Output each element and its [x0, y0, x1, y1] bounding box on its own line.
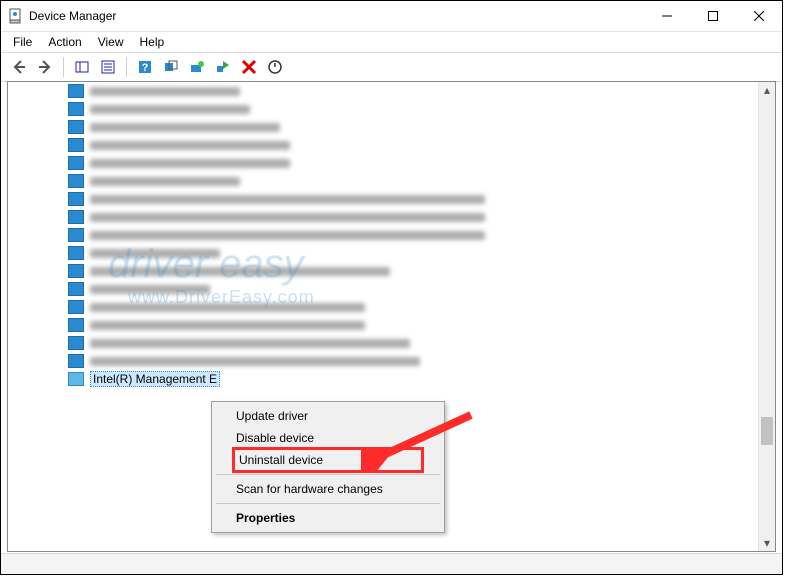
window-title: Device Manager	[29, 9, 116, 23]
svg-text:?: ?	[142, 62, 149, 74]
context-menu: Update driver Disable device Uninstall d…	[211, 401, 445, 533]
blurred-label	[90, 249, 220, 258]
window-frame: Device Manager File Action View Help ?	[0, 0, 783, 575]
tree-item[interactable]	[8, 334, 759, 352]
tree-item[interactable]	[8, 136, 759, 154]
device-icon	[68, 138, 84, 152]
minimize-button[interactable]	[644, 1, 690, 31]
device-icon	[68, 372, 84, 386]
tree-item[interactable]	[8, 298, 759, 316]
maximize-button[interactable]	[690, 1, 736, 31]
tree-item[interactable]	[8, 226, 759, 244]
scroll-up-icon[interactable]: ▴	[759, 82, 775, 98]
ctx-update-driver[interactable]: Update driver	[214, 405, 442, 427]
enable-device-button[interactable]	[211, 55, 235, 79]
annotation-highlight-box: Uninstall device	[232, 447, 424, 473]
disable-device-button[interactable]	[263, 55, 287, 79]
tree-item[interactable]	[8, 244, 759, 262]
menu-file[interactable]: File	[7, 33, 38, 51]
scroll-down-icon[interactable]: ▾	[759, 535, 775, 551]
device-icon	[68, 282, 84, 296]
ctx-disable-device[interactable]: Disable device	[214, 427, 442, 449]
tree-item[interactable]	[8, 316, 759, 334]
device-icon	[68, 84, 84, 98]
tree-item[interactable]	[8, 352, 759, 370]
tree-item[interactable]	[8, 262, 759, 280]
menu-view[interactable]: View	[92, 33, 130, 51]
blurred-label	[90, 267, 390, 276]
blurred-label	[90, 87, 240, 96]
device-icon	[68, 354, 84, 368]
device-icon	[68, 120, 84, 134]
tree-item[interactable]	[8, 100, 759, 118]
tree-item[interactable]	[8, 82, 759, 100]
tree-item[interactable]	[8, 118, 759, 136]
toolbar-separator	[63, 57, 64, 77]
properties-button[interactable]	[96, 55, 120, 79]
ctx-uninstall-device[interactable]: Uninstall device	[239, 453, 323, 467]
blurred-label	[90, 159, 290, 168]
toolbar-separator	[126, 57, 127, 77]
device-icon	[68, 102, 84, 116]
tree-item[interactable]	[8, 154, 759, 172]
device-icon	[68, 246, 84, 260]
tree-item[interactable]	[8, 172, 759, 190]
tree-item[interactable]	[8, 190, 759, 208]
menu-bar: File Action View Help	[1, 32, 782, 52]
scan-hardware-button[interactable]	[159, 55, 183, 79]
device-icon	[68, 264, 84, 278]
menu-help[interactable]: Help	[134, 33, 171, 51]
vertical-scrollbar[interactable]: ▴ ▾	[758, 82, 775, 551]
blurred-label	[90, 357, 420, 366]
blurred-label	[90, 105, 250, 114]
status-bar	[1, 553, 782, 574]
selected-device-label: Intel(R) Management E	[90, 371, 220, 387]
show-hide-console-tree-button[interactable]	[70, 55, 94, 79]
menu-action[interactable]: Action	[42, 33, 87, 51]
tree-item[interactable]	[8, 280, 759, 298]
help-button[interactable]: ?	[133, 55, 157, 79]
context-separator	[216, 503, 440, 504]
device-icon	[68, 174, 84, 188]
context-separator	[216, 474, 440, 475]
titlebar[interactable]: Device Manager	[1, 1, 782, 32]
device-icon	[68, 318, 84, 332]
blurred-label	[90, 339, 410, 348]
ctx-properties[interactable]: Properties	[214, 507, 442, 529]
device-icon	[68, 228, 84, 242]
app-icon	[7, 8, 23, 24]
close-button[interactable]	[736, 1, 782, 31]
update-driver-button[interactable]	[185, 55, 209, 79]
blurred-label	[90, 303, 365, 312]
device-icon	[68, 156, 84, 170]
device-icon	[68, 210, 84, 224]
tree-item-selected[interactable]: Intel(R) Management E	[8, 370, 759, 388]
scroll-thumb[interactable]	[761, 417, 773, 445]
device-icon	[68, 192, 84, 206]
blurred-label	[90, 321, 365, 330]
toolbar: ?	[1, 52, 782, 82]
blurred-label	[90, 213, 485, 222]
blurred-label	[90, 141, 290, 150]
blurred-label	[90, 285, 210, 294]
device-icon	[68, 300, 84, 314]
uninstall-button[interactable]	[237, 55, 261, 79]
blurred-label	[90, 195, 485, 204]
blurred-label	[90, 177, 240, 186]
blurred-label	[90, 123, 280, 132]
back-button[interactable]	[7, 55, 31, 79]
device-icon	[68, 336, 84, 350]
tree-item[interactable]	[8, 208, 759, 226]
forward-button[interactable]	[33, 55, 57, 79]
blurred-label	[90, 231, 485, 240]
ctx-scan-hardware[interactable]: Scan for hardware changes	[214, 478, 442, 500]
